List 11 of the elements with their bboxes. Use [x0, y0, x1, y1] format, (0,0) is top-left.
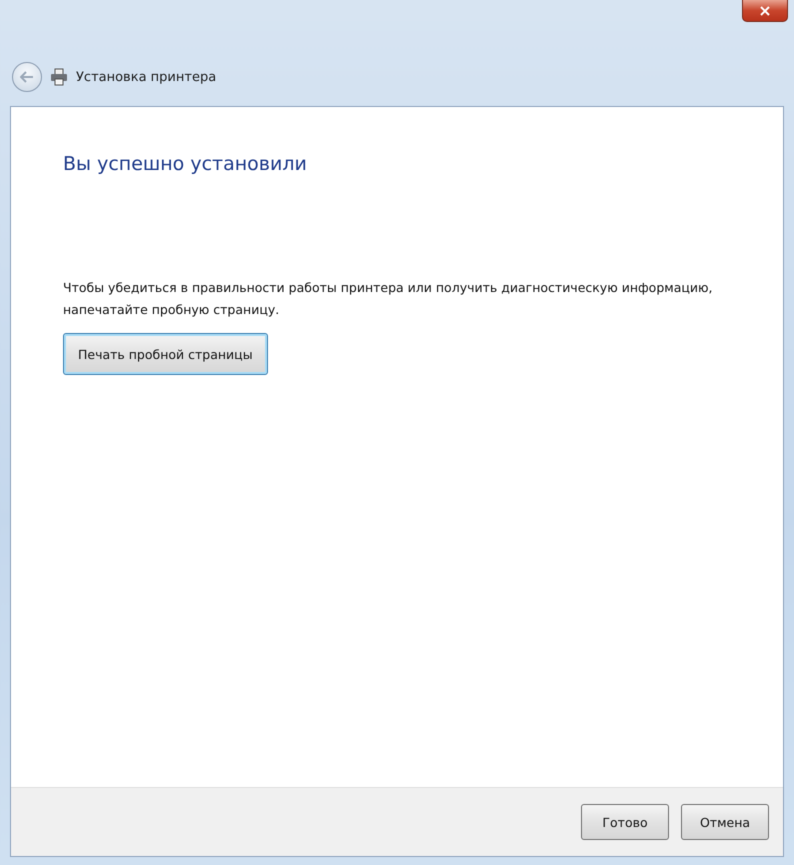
- dialog-button[interactable]: Готово: [581, 804, 669, 840]
- window-title: Установка принтера: [76, 70, 216, 84]
- description-text: Чтобы убедиться в правильности работы принтера или получить диагностическую информацию, напечатайте пробную страницу.: [63, 279, 714, 319]
- dialog-button[interactable]: Отмена: [681, 804, 769, 840]
- success-heading: Вы успешно установили: [63, 153, 308, 175]
- close-icon: [760, 6, 770, 16]
- print-test-page-button[interactable]: Печать пробной страницы: [63, 333, 268, 375]
- back-arrow-icon: [20, 71, 34, 83]
- back-button[interactable]: [12, 62, 42, 92]
- printer-icon: [50, 68, 68, 86]
- close-button[interactable]: [742, 0, 788, 22]
